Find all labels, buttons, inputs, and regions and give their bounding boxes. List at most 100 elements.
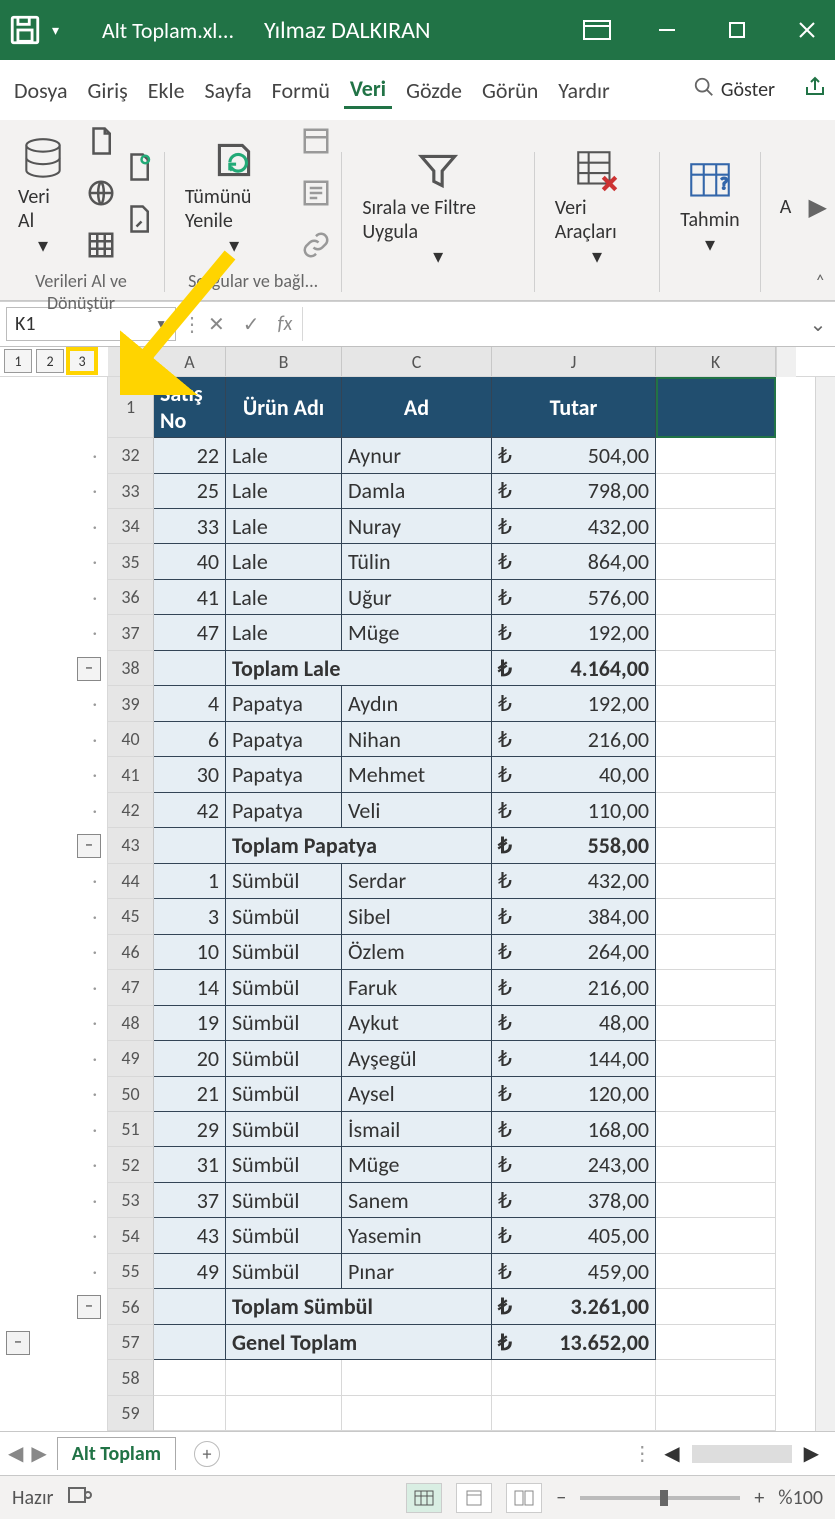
get-data-button[interactable]: Veri Al▾ bbox=[8, 131, 78, 262]
cell[interactable]: ₺264,00 bbox=[492, 935, 656, 970]
collapse-group-button[interactable]: − bbox=[77, 657, 101, 681]
cell[interactable]: ₺192,00 bbox=[492, 615, 656, 650]
cell[interactable]: ₺3.261,00 bbox=[492, 1289, 656, 1324]
cell[interactable]: Sümbül bbox=[226, 935, 342, 970]
cell[interactable] bbox=[492, 1396, 656, 1431]
cell[interactable]: Papatya bbox=[226, 722, 342, 757]
cell[interactable]: ₺798,00 bbox=[492, 474, 656, 509]
cell[interactable]: ₺405,00 bbox=[492, 1218, 656, 1253]
cell[interactable] bbox=[656, 970, 776, 1005]
cell[interactable]: Sümbül bbox=[226, 1254, 342, 1289]
horizontal-scrollbar[interactable] bbox=[692, 1445, 792, 1463]
zoom-level[interactable]: %100 bbox=[778, 1486, 823, 1510]
page-layout-view-button[interactable] bbox=[456, 1483, 492, 1513]
cell[interactable]: 14 bbox=[154, 970, 226, 1005]
row-header[interactable]: 33 bbox=[108, 474, 154, 509]
row-header[interactable]: 53 bbox=[108, 1183, 154, 1218]
cell[interactable]: 3 bbox=[154, 899, 226, 934]
normal-view-button[interactable] bbox=[406, 1483, 442, 1513]
scroll-right-icon[interactable]: ▶ bbox=[809, 193, 827, 222]
from-text-icon[interactable] bbox=[86, 126, 116, 162]
cell[interactable]: ₺216,00 bbox=[492, 722, 656, 757]
cell[interactable] bbox=[656, 793, 776, 828]
cell[interactable]: ₺864,00 bbox=[492, 544, 656, 579]
cell[interactable] bbox=[342, 1360, 492, 1395]
from-table-icon[interactable] bbox=[86, 230, 116, 266]
cell[interactable] bbox=[656, 1396, 776, 1431]
recent-sources-icon[interactable] bbox=[124, 152, 154, 188]
header-cell[interactable]: Ad bbox=[342, 377, 492, 438]
cell[interactable]: Uğur bbox=[342, 580, 492, 615]
row-header[interactable]: 48 bbox=[108, 1006, 154, 1041]
search-icon[interactable] bbox=[693, 76, 715, 104]
cell[interactable] bbox=[656, 377, 776, 438]
col-header-J[interactable]: J bbox=[492, 347, 656, 376]
cell[interactable] bbox=[656, 864, 776, 899]
cell[interactable] bbox=[656, 1041, 776, 1076]
tab-giris[interactable]: Giriş bbox=[82, 73, 134, 108]
scroll-left-icon[interactable]: ◀ bbox=[664, 1441, 679, 1466]
cell[interactable]: ₺576,00 bbox=[492, 580, 656, 615]
formula-input[interactable] bbox=[309, 307, 801, 341]
cell[interactable]: Lale bbox=[226, 615, 342, 650]
row-header[interactable]: 38 bbox=[108, 651, 154, 686]
cell[interactable]: ₺504,00 bbox=[492, 438, 656, 473]
row-header[interactable]: 50 bbox=[108, 1077, 154, 1112]
cell[interactable] bbox=[656, 1360, 776, 1395]
cell[interactable]: 4 bbox=[154, 686, 226, 721]
row-header[interactable]: 34 bbox=[108, 509, 154, 544]
cell[interactable]: Damla bbox=[342, 474, 492, 509]
scroll-right-icon[interactable]: ▶ bbox=[804, 1441, 819, 1466]
cell[interactable]: Sümbül bbox=[226, 1077, 342, 1112]
maximize-icon[interactable] bbox=[717, 10, 757, 50]
cell[interactable]: ₺558,00 bbox=[492, 828, 656, 863]
tab-ekle[interactable]: Ekle bbox=[142, 73, 191, 108]
tab-yardim[interactable]: Yardır bbox=[552, 73, 615, 108]
row-header[interactable]: 42 bbox=[108, 793, 154, 828]
row-header[interactable]: 52 bbox=[108, 1147, 154, 1182]
cell[interactable] bbox=[656, 651, 776, 686]
cell[interactable] bbox=[656, 474, 776, 509]
cell[interactable]: İsmail bbox=[342, 1112, 492, 1147]
row-header[interactable]: 57 bbox=[108, 1325, 154, 1360]
cell[interactable]: ₺432,00 bbox=[492, 864, 656, 899]
cell[interactable]: Toplam Sümbül bbox=[226, 1289, 492, 1324]
cell[interactable]: 42 bbox=[154, 793, 226, 828]
ribbon-options-icon[interactable] bbox=[577, 10, 617, 50]
cell[interactable] bbox=[656, 935, 776, 970]
cell[interactable]: Özlem bbox=[342, 935, 492, 970]
cell[interactable]: Sibel bbox=[342, 899, 492, 934]
sheet-tab-active[interactable]: Alt Toplam bbox=[57, 1437, 176, 1470]
collapse-group-button[interactable]: − bbox=[6, 1331, 30, 1355]
cell[interactable]: ₺432,00 bbox=[492, 509, 656, 544]
cell[interactable]: Sanem bbox=[342, 1183, 492, 1218]
collapse-group-button[interactable]: − bbox=[77, 1295, 101, 1319]
cell[interactable] bbox=[656, 1006, 776, 1041]
cell[interactable]: 41 bbox=[154, 580, 226, 615]
ribbon-collapse-icon[interactable]: ˄ bbox=[815, 270, 825, 292]
sort-filter-button[interactable]: Sırala ve Filtre Uygula▾ bbox=[352, 142, 524, 273]
cell[interactable] bbox=[656, 1147, 776, 1182]
cell[interactable]: 29 bbox=[154, 1112, 226, 1147]
row-header[interactable]: 47 bbox=[108, 970, 154, 1005]
header-cell[interactable]: Ürün Adı bbox=[226, 377, 342, 438]
tell-me-label[interactable]: Göster bbox=[721, 78, 775, 102]
cell[interactable] bbox=[226, 1360, 342, 1395]
cell[interactable]: Sümbül bbox=[226, 899, 342, 934]
cell[interactable]: Papatya bbox=[226, 686, 342, 721]
cell[interactable]: ₺110,00 bbox=[492, 793, 656, 828]
cell[interactable]: 25 bbox=[154, 474, 226, 509]
cell[interactable] bbox=[154, 828, 226, 863]
cell[interactable] bbox=[656, 615, 776, 650]
cell[interactable]: Aykut bbox=[342, 1006, 492, 1041]
cell[interactable]: ₺48,00 bbox=[492, 1006, 656, 1041]
macro-record-icon[interactable] bbox=[68, 1485, 92, 1511]
cell[interactable] bbox=[656, 686, 776, 721]
cell[interactable]: Aysel bbox=[342, 1077, 492, 1112]
scroll-up-icon[interactable] bbox=[776, 347, 796, 377]
outline-level-1[interactable]: 1 bbox=[4, 349, 32, 373]
cell[interactable] bbox=[656, 509, 776, 544]
cell[interactable]: 30 bbox=[154, 757, 226, 792]
cell[interactable]: ₺243,00 bbox=[492, 1147, 656, 1182]
row-header[interactable]: 51 bbox=[108, 1112, 154, 1147]
